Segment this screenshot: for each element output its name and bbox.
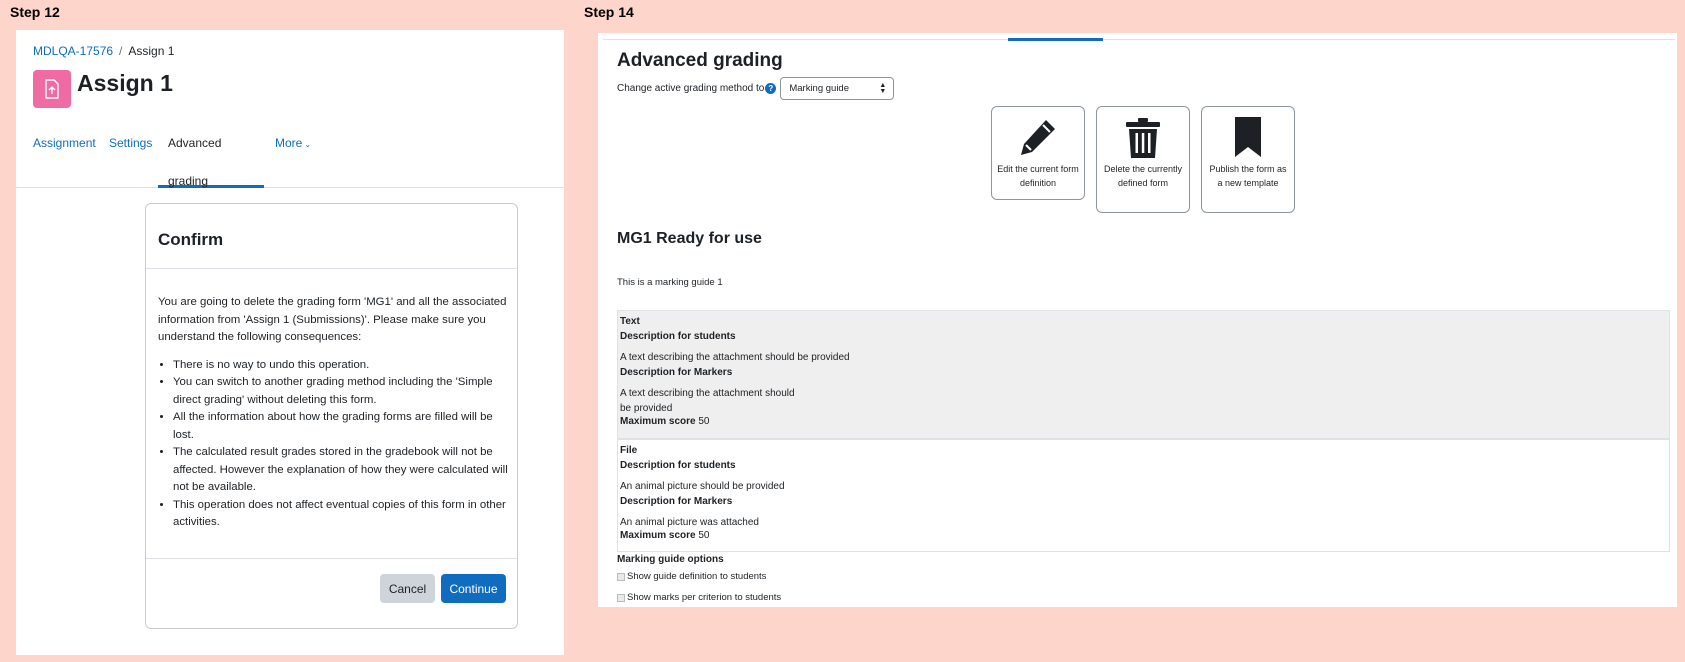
active-tab-indicator [1008, 38, 1103, 41]
tab-underline [603, 39, 1675, 40]
page-title: Advanced grading [617, 50, 783, 71]
continue-button[interactable]: Continue [441, 574, 506, 603]
edit-form-label: Edit the current form definition [997, 164, 1079, 188]
step-12-label: Step 12 [10, 4, 60, 20]
confirm-dialog: Confirm You are going to delete the grad… [145, 203, 518, 629]
maximum-score: Maximum score 50 [620, 530, 1667, 541]
list-item: The calculated result grades stored in t… [173, 444, 508, 497]
edit-form-button[interactable]: Edit the current form definition [991, 106, 1085, 200]
help-icon[interactable]: ? [765, 83, 777, 94]
list-item: All the information about how the gradin… [173, 409, 508, 444]
list-item: This operation does not affect eventual … [173, 497, 508, 532]
option-label: Show guide definition to students [627, 571, 767, 582]
dialog-title: Confirm [158, 230, 224, 249]
criterion-name: File [620, 445, 638, 456]
list-item: There is no way to undo this operation. [173, 357, 508, 375]
step-14-label: Step 14 [584, 4, 634, 20]
option-label: Show marks per criterion to students [627, 592, 782, 603]
secondary-navigation: Assignment Settings Advanced grading Mor… [16, 124, 564, 188]
breadcrumb-course-link[interactable]: MDLQA-17576 [33, 44, 113, 58]
tab-advanced-grading[interactable]: Advanced grading [158, 124, 264, 188]
students-description: A text describing the attachment should … [620, 352, 850, 363]
students-description: An animal picture should be provided [620, 481, 785, 492]
markers-heading: Description for Markers [620, 367, 733, 378]
dialog-header: Confirm [146, 204, 517, 269]
step-12-panel: MDLQA-17576 / Assign 1 Assign 1 Assignme… [16, 30, 564, 655]
tab-more-label: More [275, 136, 303, 150]
option-show-marks: Show marks per criterion to students [617, 592, 781, 603]
markers-heading: Description for Markers [620, 496, 733, 507]
maximum-score-value: 50 [698, 416, 710, 427]
maximum-score: Maximum score 50 [620, 416, 1667, 427]
select-arrows-icon: ▲ ▼ [879, 81, 887, 95]
markers-description: An animal picture was attached [620, 517, 759, 528]
criterion-name: Text [620, 316, 640, 327]
option-show-definition: Show guide definition to students [617, 571, 766, 582]
guide-options-title: Marking guide options [617, 554, 724, 565]
consequence-list: There is no way to undo this operation. … [158, 357, 508, 532]
maximum-score-label: Maximum score [620, 530, 696, 541]
page-title: Assign 1 [77, 70, 173, 96]
grading-method-row: Change active grading method to ? Markin… [617, 77, 895, 100]
tab-settings[interactable]: Settings [109, 124, 152, 188]
breadcrumb-current: Assign 1 [128, 44, 175, 58]
checkbox[interactable] [617, 572, 625, 581]
publish-template-label: Publish the form as a new template [1209, 164, 1287, 188]
delete-form-button[interactable]: Delete the currently defined form [1096, 106, 1190, 213]
cancel-button[interactable]: Cancel [380, 574, 435, 603]
grading-method-select[interactable]: Marking guide ▲ ▼ [780, 77, 895, 100]
publish-template-button[interactable]: Publish the form as a new template [1201, 106, 1295, 213]
assignment-icon [33, 70, 71, 108]
breadcrumb-separator: / [119, 44, 123, 58]
grading-method-value: Marking guide [789, 83, 849, 94]
bookmark-icon [1202, 107, 1294, 161]
criterion-row: Text Description for students A text des… [617, 310, 1670, 439]
guide-description: This is a marking guide 1 [617, 277, 723, 288]
tab-more[interactable]: More ⌄ [275, 124, 311, 188]
trash-icon [1097, 107, 1189, 161]
breadcrumb: MDLQA-17576 / Assign 1 [33, 44, 174, 58]
maximum-score-label: Maximum score [620, 416, 696, 427]
grading-method-label: Change active grading method to [617, 83, 765, 94]
guide-title: MG1 Ready for use [617, 230, 762, 247]
delete-form-label: Delete the currently defined form [1103, 164, 1183, 188]
students-heading: Description for students [620, 331, 736, 342]
pencil-icon [992, 107, 1084, 161]
step-14-panel: Advanced grading Change active grading m… [598, 33, 1677, 607]
criterion-row: File Description for students An animal … [617, 439, 1670, 552]
dialog-intro: You are going to delete the grading form… [158, 296, 507, 343]
dialog-body: You are going to delete the grading form… [158, 294, 508, 532]
students-heading: Description for students [620, 460, 736, 471]
checkbox[interactable] [617, 593, 625, 602]
dialog-footer: Cancel Continue [146, 558, 517, 628]
tab-assignment[interactable]: Assignment [33, 124, 96, 188]
chevron-down-icon: ⌄ [304, 140, 312, 149]
maximum-score-value: 50 [698, 530, 710, 541]
list-item: You can switch to another grading method… [173, 374, 508, 409]
markers-description: A text describing the attachment should … [620, 388, 795, 414]
